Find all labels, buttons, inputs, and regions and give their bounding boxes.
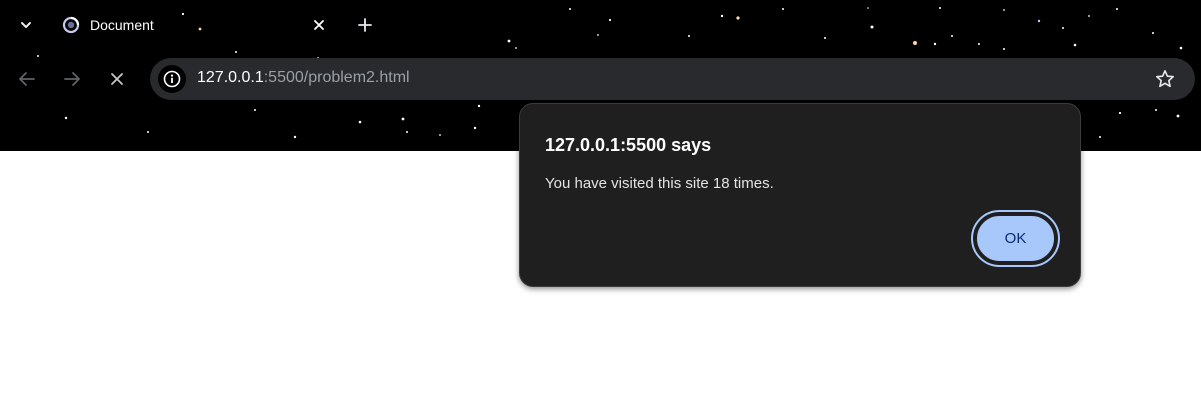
bookmark-button[interactable] [1153,67,1177,91]
back-button[interactable] [12,64,42,94]
forward-button[interactable] [57,64,87,94]
new-tab-button[interactable] [352,12,378,38]
address-bar[interactable]: 127.0.0.1:5500/problem2.html [150,58,1195,100]
alert-dialog: 127.0.0.1:5500 says You have visited thi… [519,103,1081,287]
dialog-message: You have visited this site 18 times. [545,175,774,192]
tab-close-button[interactable] [310,16,328,34]
url-path: :5500/problem2.html [263,69,410,86]
dialog-title: 127.0.0.1:5500 says [545,135,712,155]
stop-loading-button[interactable] [102,64,132,94]
url-text[interactable]: 127.0.0.1:5500/problem2.html [197,69,410,87]
arrow-left-icon [19,72,35,86]
ok-button[interactable]: OK [975,214,1056,263]
url-host: 127.0.0.1 [197,69,264,86]
star-icon [1156,70,1174,88]
chevron-down-icon [21,22,31,28]
tab-search-button[interactable] [12,13,40,37]
arrow-right-icon [64,72,80,86]
close-icon [314,20,324,30]
info-icon [163,70,181,88]
tab-document[interactable]: Document [52,8,338,42]
tab-title: Document [90,17,154,33]
site-info-button[interactable] [158,65,186,93]
close-icon [111,73,123,85]
plus-icon [358,18,372,32]
loading-spinner-icon [62,16,80,34]
